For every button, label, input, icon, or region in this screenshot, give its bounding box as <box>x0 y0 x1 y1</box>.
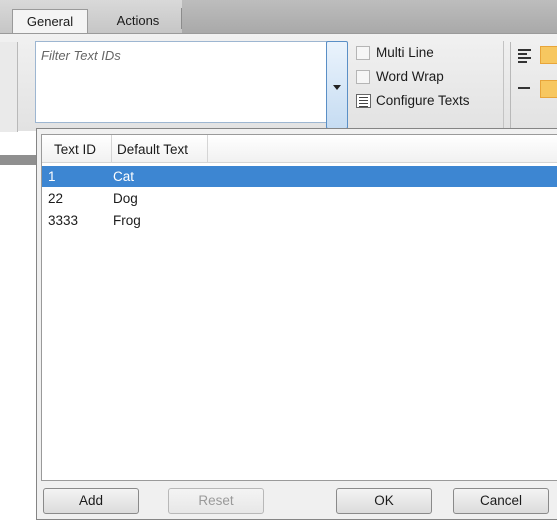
default-text-cell: Cat <box>113 169 135 184</box>
configure-texts-icon <box>356 94 371 108</box>
alignment-group <box>510 42 557 128</box>
filter-text-ids-input[interactable] <box>41 45 321 65</box>
text-id-cell: 1 <box>48 169 56 184</box>
tab-strip: General Actions <box>0 0 557 34</box>
table-row[interactable]: 1 Cat <box>42 166 557 187</box>
text-id-cell: 22 <box>48 191 64 206</box>
tab-separator <box>181 8 182 29</box>
multi-line-label: Multi Line <box>376 45 434 60</box>
column-header-default-text[interactable]: Default Text <box>117 142 188 157</box>
default-text-cell: Frog <box>113 213 141 228</box>
default-text-cell: Dog <box>113 191 138 206</box>
tab-general[interactable]: General <box>12 9 88 34</box>
word-wrap-label: Word Wrap <box>376 69 444 84</box>
grid-header: Text ID Default Text <box>42 135 557 163</box>
align-center-icon[interactable] <box>540 46 557 64</box>
filter-dropdown-button[interactable] <box>326 41 348 129</box>
table-row[interactable]: 3333 Frog <box>42 210 557 231</box>
tab-actions[interactable]: Actions <box>100 9 176 34</box>
align-middle-icon[interactable] <box>518 86 532 92</box>
text-id-cell: 3333 <box>48 213 79 228</box>
ok-button[interactable]: OK <box>336 488 432 514</box>
column-separator[interactable] <box>111 135 112 163</box>
word-wrap-checkbox[interactable] <box>356 70 370 84</box>
ribbon-left-edge <box>0 42 18 132</box>
column-header-text-id[interactable]: Text ID <box>54 142 96 157</box>
tab-strip-background <box>182 0 557 33</box>
table-row[interactable]: 22 Dog <box>42 188 557 209</box>
dropdown-arrow-icon <box>333 85 341 90</box>
text-list-dialog: Text ID Default Text 1 Cat 22 Dog 3333 F… <box>36 128 557 520</box>
align-justify-icon[interactable] <box>540 80 557 98</box>
configure-texts-label: Configure Texts <box>376 93 470 108</box>
cancel-button[interactable]: Cancel <box>453 488 549 514</box>
align-left-icon[interactable] <box>518 48 532 63</box>
multi-line-checkbox[interactable] <box>356 46 370 60</box>
text-ids-grid[interactable]: Text ID Default Text 1 Cat 22 Dog 3333 F… <box>41 134 557 481</box>
column-separator[interactable] <box>207 135 208 163</box>
add-button[interactable]: Add <box>43 488 139 514</box>
filter-text-ids-box[interactable] <box>35 41 327 123</box>
ribbon-separator <box>503 41 504 131</box>
ribbon-panel: Multi Line Word Wrap Configure Texts <box>0 33 557 165</box>
reset-button[interactable]: Reset <box>168 488 264 514</box>
